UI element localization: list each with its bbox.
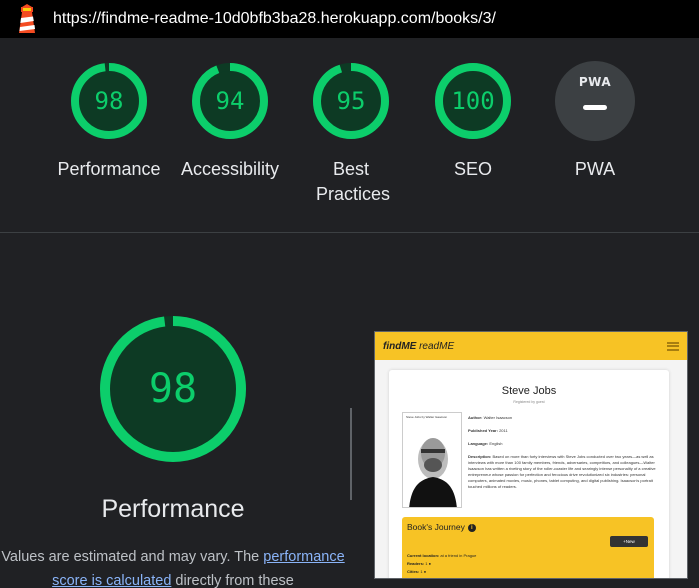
page-screenshot: findME readME Steve Jobs Registered by g… bbox=[374, 331, 688, 579]
user-icon: ● bbox=[428, 561, 432, 566]
readers-label: Readers: bbox=[407, 561, 425, 566]
author-value: Walter Isaacson bbox=[483, 415, 513, 420]
gauge-best-practices[interactable]: 95 Best Practices bbox=[296, 61, 406, 207]
note-text: Values are estimated and may vary. The bbox=[1, 549, 264, 565]
gauge-label: PWA bbox=[574, 159, 616, 179]
gauge-pwa[interactable]: PWA PWA bbox=[540, 61, 650, 182]
pwa-badge-text: PWA bbox=[578, 75, 612, 89]
book-cover-image: Steve Jobs by Walter Isaacson bbox=[402, 412, 462, 508]
hamburger-icon bbox=[667, 341, 679, 351]
book-language: Language: English bbox=[468, 441, 658, 447]
cities-count: Cities: 1 ● bbox=[407, 569, 426, 574]
book-card: Steve Jobs Registered by guest Steve Job… bbox=[389, 370, 669, 578]
journey-title: Book's Journey i bbox=[407, 522, 476, 532]
score-ring: 94 bbox=[190, 61, 270, 141]
performance-title: Performance bbox=[101, 495, 245, 523]
author-label: Author: bbox=[468, 415, 483, 420]
gauge-label: Best Practices bbox=[316, 159, 391, 204]
location-value: at a friend in Prague bbox=[440, 553, 477, 558]
note-text: directly from these bbox=[171, 573, 294, 588]
brand-find: findME bbox=[383, 340, 417, 352]
score-value: 95 bbox=[336, 87, 366, 115]
book-description: Description: Based on more than forty in… bbox=[468, 454, 658, 490]
score-value: 98 bbox=[94, 87, 124, 115]
location-label: Current location: bbox=[407, 553, 440, 558]
performance-score-value: 98 bbox=[148, 366, 198, 412]
book-year: Published Year: 2011 bbox=[468, 428, 658, 434]
book-title: Steve Jobs bbox=[501, 385, 557, 397]
gauge-seo[interactable]: 100 SEO bbox=[418, 61, 528, 182]
category-gauges: 98 Performance 94 Accessibility 95 Best … bbox=[0, 38, 699, 233]
score-ring: 95 bbox=[311, 61, 391, 141]
score-ring: 100 bbox=[433, 61, 513, 141]
gauge-performance[interactable]: 98 Performance bbox=[54, 61, 164, 182]
browser-bar: https://findme-readme-10d0bfb3ba28.herok… bbox=[0, 0, 699, 38]
year-label: Published Year: bbox=[468, 428, 498, 433]
score-note: Values are estimated and may vary. The p… bbox=[0, 545, 346, 588]
dash-icon bbox=[583, 105, 607, 110]
gauge-label: Performance bbox=[57, 159, 161, 179]
score-ring: 98 bbox=[69, 61, 149, 141]
cities-label: Cities: bbox=[407, 569, 420, 574]
registered-by: Registered by guest bbox=[513, 400, 545, 404]
description-value: Based on more than forty interviews with… bbox=[468, 454, 656, 489]
pwa-badge-icon: PWA bbox=[555, 61, 635, 141]
url-text[interactable]: https://findme-readme-10d0bfb3ba28.herok… bbox=[53, 10, 496, 28]
year-value: 2011 bbox=[499, 428, 508, 433]
book-journey-panel: Book's Journey i +New Current location: a… bbox=[402, 517, 654, 578]
brand-read: readME bbox=[416, 340, 455, 352]
cities-value: 1 bbox=[420, 569, 423, 574]
description-label: Description: bbox=[468, 454, 492, 459]
lighthouse-icon bbox=[14, 4, 40, 34]
site-brand: findME readME bbox=[383, 341, 454, 352]
divider bbox=[350, 408, 352, 500]
readers-value: 1 bbox=[425, 561, 428, 566]
readers-count: Readers: 1 ● bbox=[407, 561, 431, 566]
info-icon: i bbox=[467, 524, 476, 532]
gauge-accessibility[interactable]: 94 Accessibility bbox=[175, 61, 285, 182]
gauge-label: SEO bbox=[453, 159, 492, 179]
score-value: 94 bbox=[215, 87, 245, 115]
language-label: Language: bbox=[468, 441, 489, 446]
current-location: Current location: at a friend in Prague bbox=[407, 553, 476, 558]
performance-score-gauge: 98 bbox=[97, 313, 249, 465]
gauge-label: Accessibility bbox=[180, 159, 280, 179]
book-author: Author: Walter Isaacson bbox=[468, 415, 658, 421]
journey-title-text: Book's Journey bbox=[407, 522, 465, 532]
language-value: English bbox=[489, 441, 503, 446]
score-value: 100 bbox=[451, 87, 495, 115]
location-pin-icon: ● bbox=[423, 569, 427, 574]
cover-title: Steve Jobs by Walter Isaacson bbox=[406, 415, 448, 419]
new-journey-button[interactable]: +New bbox=[610, 536, 648, 547]
site-navbar: findME readME bbox=[375, 332, 687, 360]
